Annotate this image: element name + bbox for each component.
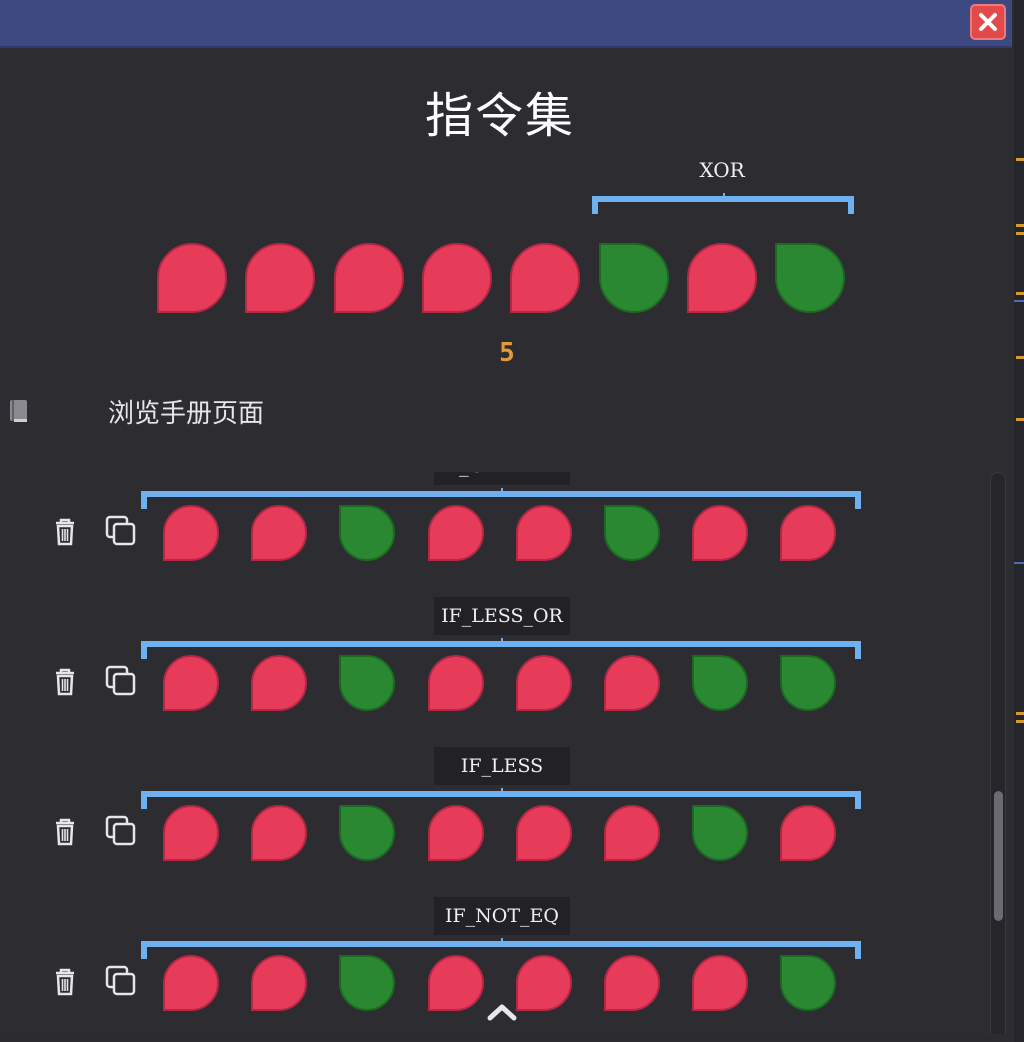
copy-icon[interactable]: [104, 964, 136, 998]
copy-icon[interactable]: [104, 664, 136, 698]
instruction-panel: 指令集 XOR 5 浏览手册页面 IF_GREATERIF_LESS_ORIF_…: [0, 48, 1014, 1034]
bit-off[interactable]: [163, 655, 219, 711]
bit-off[interactable]: [245, 243, 316, 313]
close-x-icon: [979, 13, 997, 31]
bit-on[interactable]: [604, 505, 660, 561]
instruction-bracket: [141, 488, 861, 509]
bit-off[interactable]: [515, 805, 572, 861]
bit-off[interactable]: [251, 805, 308, 861]
instruction-bracket: [141, 938, 861, 959]
bit-off[interactable]: [515, 955, 572, 1011]
trash-icon[interactable]: [49, 814, 81, 848]
bit-off[interactable]: [604, 805, 660, 861]
bit-on[interactable]: [692, 805, 749, 861]
instruction-row[interactable]: IF_GREATER: [0, 472, 1000, 597]
instruction-list: IF_GREATER IF_LESS_OR IF_LESS IF_NOT_EQ: [0, 472, 1000, 1034]
instruction-set-window: 指令集 XOR 5 浏览手册页面 IF_GREATERIF_LESS_ORIF_…: [0, 0, 1024, 1042]
list-scrollbar[interactable]: [990, 472, 1006, 1034]
bit-off[interactable]: [163, 955, 219, 1011]
bit-on[interactable]: [775, 243, 846, 313]
bit-off[interactable]: [604, 655, 660, 711]
bit-off[interactable]: [157, 243, 227, 313]
bit-off[interactable]: [780, 805, 837, 861]
bit-off[interactable]: [333, 243, 404, 313]
bit-off[interactable]: [163, 505, 219, 561]
bit-off[interactable]: [421, 243, 492, 313]
bit-on[interactable]: [780, 955, 837, 1011]
bit-on[interactable]: [692, 655, 749, 711]
trash-icon[interactable]: [49, 964, 81, 998]
bit-off[interactable]: [604, 955, 660, 1011]
instruction-label: IF_LESS_OR: [434, 597, 570, 635]
instruction-bracket: [141, 788, 861, 809]
bit-off[interactable]: [515, 505, 572, 561]
instruction-row[interactable]: IF_LESS: [0, 747, 1000, 897]
trash-icon[interactable]: [49, 664, 81, 698]
close-button[interactable]: [970, 4, 1006, 40]
instruction-label: IF_NOT_EQ: [434, 897, 570, 935]
browse-manual-link[interactable]: 浏览手册页面: [108, 393, 264, 430]
bit-off[interactable]: [251, 955, 308, 1011]
chevron-up-icon[interactable]: [484, 1000, 520, 1024]
page-title: 指令集: [424, 88, 575, 144]
bit-on[interactable]: [339, 805, 396, 861]
bit-on[interactable]: [598, 243, 669, 313]
title-bar: [0, 0, 1012, 48]
instruction-bracket: [141, 638, 861, 659]
bit-on[interactable]: [339, 655, 396, 711]
copy-icon[interactable]: [104, 514, 136, 548]
bit-off[interactable]: [163, 805, 219, 861]
bit-off[interactable]: [251, 655, 308, 711]
instruction-label: IF_LESS: [434, 747, 570, 785]
background-circuit-strip: [1014, 0, 1024, 1042]
trash-icon[interactable]: [49, 514, 81, 548]
current-instruction-label: XOR: [699, 158, 745, 182]
book-icon[interactable]: [8, 398, 30, 424]
bit-off[interactable]: [427, 955, 484, 1011]
current-instruction-bracket: [592, 193, 854, 214]
bit-off[interactable]: [510, 243, 581, 313]
bit-off[interactable]: [692, 955, 749, 1011]
copy-icon[interactable]: [104, 814, 136, 848]
instruction-row[interactable]: IF_LESS_OR: [0, 597, 1000, 747]
bit-off[interactable]: [427, 805, 484, 861]
bit-off[interactable]: [427, 655, 484, 711]
bit-on[interactable]: [339, 505, 396, 561]
bit-off[interactable]: [780, 505, 837, 561]
bit-off[interactable]: [251, 505, 308, 561]
bit-off[interactable]: [427, 505, 484, 561]
bit-off[interactable]: [692, 505, 749, 561]
bit-off[interactable]: [686, 243, 757, 313]
scrollbar-thumb[interactable]: [994, 791, 1003, 921]
bit-on[interactable]: [780, 655, 837, 711]
current-value: 5: [499, 338, 515, 368]
bit-on[interactable]: [339, 955, 396, 1011]
bit-off[interactable]: [515, 655, 572, 711]
instruction-label: IF_GREATER: [434, 472, 570, 485]
